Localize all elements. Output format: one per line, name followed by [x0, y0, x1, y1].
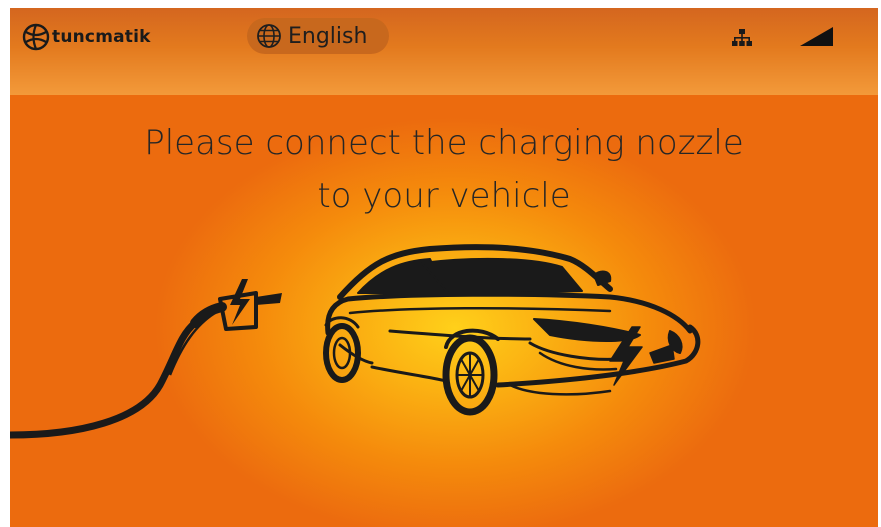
electric-car-icon — [323, 244, 701, 416]
brand-logo: tuncmatik — [22, 22, 151, 52]
language-button[interactable]: English — [247, 18, 389, 54]
message-line-2: to your vehicle — [317, 176, 571, 216]
car-charging-illustration — [10, 244, 701, 439]
message-line-1: Please connect the charging nozzle — [144, 123, 744, 163]
signal-strength-icon — [800, 27, 833, 46]
charging-nozzle-icon — [10, 279, 282, 439]
network-icon — [732, 29, 752, 46]
top-bar: tuncmatik English — [10, 8, 878, 95]
main-content: Please connect the charging nozzle to yo… — [10, 95, 878, 527]
instruction-message: Please connect the charging nozzle to yo… — [10, 117, 878, 223]
language-label: English — [288, 23, 368, 49]
logo-globe-icon — [22, 23, 50, 51]
brand-name: tuncmatik — [52, 27, 151, 47]
charger-screen: tuncmatik English Please connect the cha… — [10, 8, 878, 527]
globe-icon — [257, 24, 281, 48]
